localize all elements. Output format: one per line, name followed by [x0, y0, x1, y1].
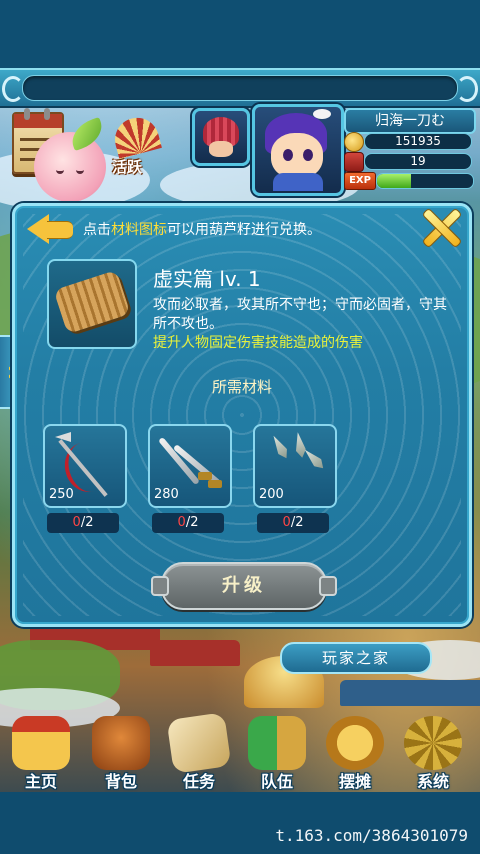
- exp-fill: [377, 174, 411, 188]
- material-value: 200: [259, 487, 284, 502]
- bag-icon: [344, 152, 364, 172]
- pet-portrait[interactable]: [192, 108, 250, 166]
- material-value: 250: [49, 487, 74, 502]
- top-status-strip: [0, 0, 480, 68]
- title-slot: [22, 75, 458, 101]
- activity-label[interactable]: 活跃: [112, 156, 142, 177]
- material-count: 0/2: [47, 513, 119, 533]
- hero-portrait[interactable]: [252, 104, 344, 196]
- exp-bar: [376, 173, 474, 189]
- bag-row: 19: [344, 152, 472, 172]
- material-card-darts[interactable]: 200: [253, 424, 337, 508]
- title-bar: [0, 68, 480, 108]
- stall-icon: [326, 716, 384, 770]
- coins-value: 151935: [364, 133, 472, 150]
- material-card-spear[interactable]: 250: [43, 424, 127, 508]
- player-name: 归海一刀む: [344, 108, 476, 134]
- materials-title: 所需材料: [211, 378, 272, 396]
- close-button[interactable]: [419, 206, 463, 250]
- backpack-icon: [92, 716, 150, 770]
- home-icon: [12, 716, 70, 770]
- material-count: 0/2: [257, 513, 329, 533]
- nav-backpack[interactable]: 背包: [86, 710, 156, 792]
- hint-row: 点击材料图标可以用葫芦籽进行兑换。: [23, 212, 413, 244]
- material-value: 280: [154, 487, 179, 502]
- skill-effect: 提升人物固定伤害技能造成的伤害: [153, 335, 363, 351]
- hint-highlight: 材料图标: [111, 222, 167, 238]
- coins-row: 151935: [344, 132, 472, 152]
- skill-description: 攻而必取者，攻其所不守也；守而必固者，守其所不攻也。: [153, 297, 447, 332]
- player-home-sign[interactable]: 玩家之家: [280, 642, 432, 674]
- watermark: t.163.com/3864301079: [275, 826, 468, 845]
- nav-stall[interactable]: 摆摊: [320, 710, 390, 792]
- upgrade-button[interactable]: 升级: [151, 562, 337, 610]
- nav-system[interactable]: 系统: [398, 710, 468, 792]
- back-arrow-icon[interactable]: [27, 214, 75, 244]
- nav-home[interactable]: 主页: [6, 710, 76, 792]
- pet-sprout-icon[interactable]: [34, 116, 108, 202]
- skill-upgrade-dialog: 点击材料图标可以用葫芦籽进行兑换。 虚实篇 lv. 1 攻而必取者，攻其所不守也…: [12, 203, 472, 627]
- darts-icon: [269, 433, 291, 461]
- bottom-nav: 主页 背包 任务 队伍 摆摊 系统: [0, 710, 480, 792]
- material-card-twin-swords[interactable]: 280: [148, 424, 232, 508]
- exp-label: EXP: [344, 172, 376, 190]
- hint-text: 点击材料图标可以用葫芦籽进行兑换。: [83, 222, 321, 238]
- team-icon: [248, 716, 306, 770]
- skill-scroll-icon: [47, 259, 137, 349]
- nav-team[interactable]: 队伍: [242, 710, 312, 792]
- bag-value: 19: [364, 153, 472, 170]
- skill-name: 虚实篇 lv. 1: [153, 267, 261, 291]
- quest-scroll-icon: [166, 712, 232, 774]
- material-count: 0/2: [152, 513, 224, 533]
- coin-icon: [344, 132, 364, 152]
- system-gear-icon: [404, 716, 462, 770]
- nav-quest[interactable]: 任务: [164, 710, 234, 792]
